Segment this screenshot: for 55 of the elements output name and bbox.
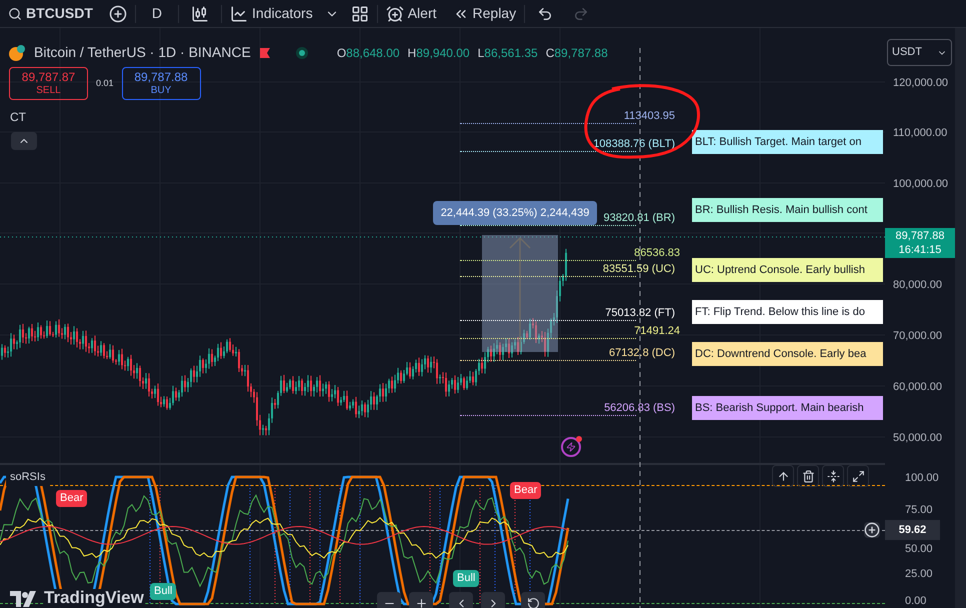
logo-text: TradingView (44, 589, 144, 607)
ohlc-label: C (546, 44, 554, 62)
price-axis-label: 60,000.00 (893, 380, 942, 395)
price-axis-label: 110,000.00 (893, 126, 948, 141)
spread-value: 0.01 (96, 76, 114, 90)
level-callout: BS: Bearish Support. Main bearish (692, 396, 883, 420)
level-callout: DC: Downtrend Console. Early bea (692, 342, 883, 366)
chart-title: Bitcoin / TetherUS · 1D · BINANCE (34, 43, 251, 62)
signal-label: Bear (510, 482, 542, 498)
level-label: 75013.82 (FT) (605, 306, 675, 321)
level-callout: BLT: Bullish Target. Main target on (692, 130, 883, 154)
oscillator-value-label: 59.62 (885, 520, 940, 540)
price-axis-label: 70,000.00 (893, 329, 942, 344)
buy-button[interactable]: 89,787.88 BUY (122, 67, 201, 100)
level-label: 86536.83 (634, 246, 680, 261)
symbol-search-button[interactable]: BTCUSDT (0, 0, 101, 28)
replay-button[interactable]: Replay (444, 0, 524, 28)
ohlc-value: 89,940.00 (416, 44, 470, 62)
price-axis-label: 50,000.00 (893, 431, 942, 446)
indicators-button[interactable]: Indicators (222, 0, 321, 28)
ohlc-label: O (336, 44, 346, 62)
price-axis-label: 120,000.00 (893, 76, 948, 91)
indicator-label: CT (10, 109, 26, 126)
signal-label: Bull (453, 570, 480, 586)
level-callout: FT: Flip Trend. Below this line is do (692, 300, 883, 324)
oscillator-axis-label: 0.00 (905, 594, 926, 608)
currency-dropdown[interactable]: USDT (887, 39, 952, 66)
level-label: 113403.95 (624, 109, 675, 124)
level-label: 56206.83 (BS) (604, 401, 675, 416)
oscillator-axis-label: 75.00 (905, 503, 933, 518)
level-label: 93820.81 (BR) (603, 211, 675, 226)
level-label: 108388.76 (BLT) (593, 137, 675, 152)
oscillator-axis-label: 50.00 (905, 542, 933, 557)
current-price-label: 89,787.88 16:41:15 (885, 228, 955, 258)
signal-label: Bull (150, 583, 176, 600)
ohlc-value: 89,787.88 (554, 44, 608, 62)
signal-label: Bear (56, 490, 88, 506)
level-callout: UC: Uptrend Console. Early bullish (692, 258, 883, 282)
level-callout: BR: Bullish Resis. Main bullish cont (692, 198, 883, 222)
ohlc-label: L (478, 44, 484, 62)
interval-button[interactable]: D (136, 0, 178, 28)
measure-label: 22,444.39 (33.25%) 2,244,439 (433, 201, 597, 225)
level-label: 83551.59 (UC) (602, 262, 675, 277)
ohlc-label: H (408, 44, 416, 62)
price-axis-label: 100,000.00 (893, 177, 948, 192)
alert-button[interactable]: Alert (378, 0, 445, 28)
level-label: 71491.24 (634, 324, 680, 339)
oscillator-axis-label: 25.00 (905, 567, 933, 582)
oscillator-axis-label: 100.00 (905, 471, 939, 486)
oscillator-name: soRSIs (6, 469, 50, 486)
ohlc-value: 88,648.00 (346, 44, 400, 62)
price-axis-label: 80,000.00 (893, 278, 942, 293)
sell-button[interactable]: 89,787.87 SELL (9, 67, 88, 100)
level-label: 67132.8 (DC) (608, 346, 675, 361)
ohlc-value: 86,561.35 (484, 44, 538, 62)
